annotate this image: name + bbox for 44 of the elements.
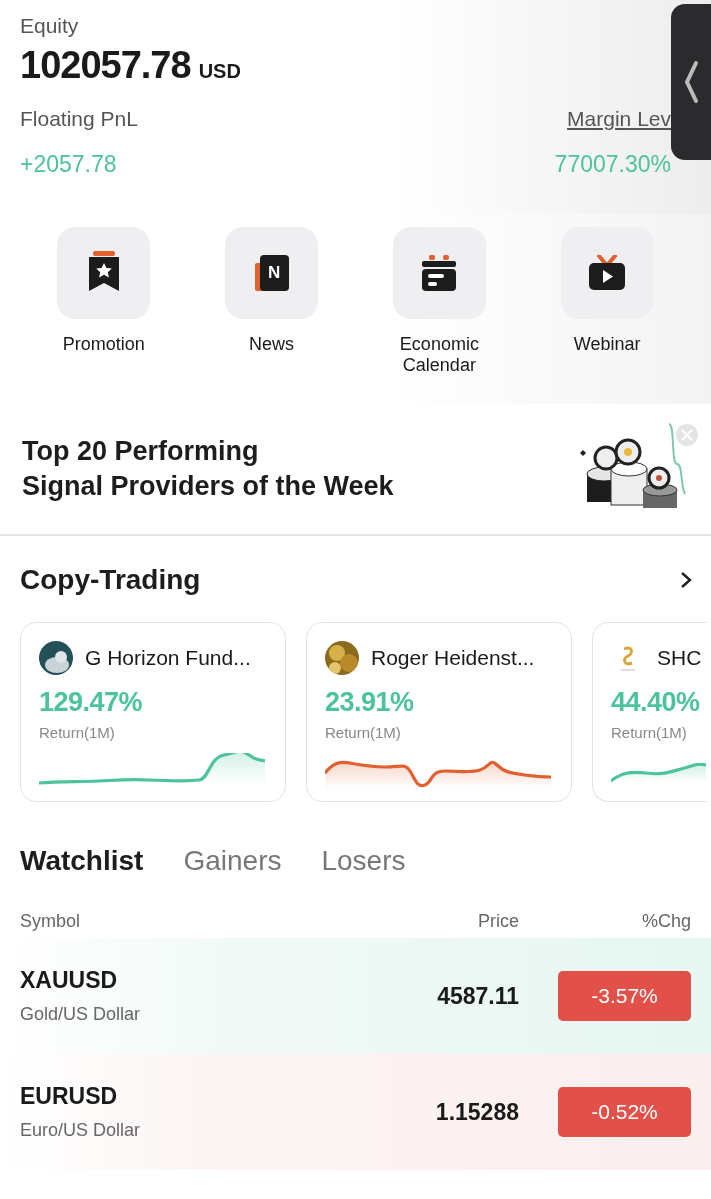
- return-value: 129.47%: [39, 687, 144, 718]
- chevron-right-icon[interactable]: [679, 570, 693, 590]
- return-value: 44.40%: [611, 687, 701, 718]
- change-badge: -0.52%: [558, 1087, 691, 1137]
- shortcut-button[interactable]: Economic Calendar: [374, 227, 505, 404]
- shortcut-button[interactable]: N News: [206, 227, 337, 404]
- return-label: Return(1M): [611, 724, 688, 741]
- return-label: Return(1M): [325, 724, 402, 741]
- tab[interactable]: Losers: [321, 845, 406, 877]
- price-value: 1.15288: [434, 1098, 519, 1126]
- equity-label: Equity: [20, 14, 80, 38]
- symbol-code: XAUUSD: [20, 967, 119, 994]
- symbol-code: EURUSD: [20, 1083, 119, 1110]
- provider-name: SHC: [657, 646, 702, 670]
- price-value: 4587.11: [436, 982, 519, 1010]
- margin-level-link[interactable]: Margin Lev: [567, 107, 671, 131]
- column-header: Price: [477, 911, 519, 932]
- equity-value: 102057.78: [20, 44, 191, 87]
- symbol-name: Euro/US Dollar: [20, 1120, 142, 1141]
- provider-name: G Horizon Fund...: [85, 646, 251, 670]
- return-value: 23.91%: [325, 687, 415, 718]
- provider-card[interactable]: Roger Heidenst... 23.91% Return(1M): [306, 622, 572, 802]
- shortcut-button[interactable]: Promotion: [38, 227, 169, 404]
- column-header: Symbol: [20, 911, 82, 932]
- tab[interactable]: Gainers: [183, 845, 282, 877]
- floating-pnl-value: +2057.78: [20, 151, 118, 178]
- change-badge: -3.57%: [558, 971, 691, 1021]
- banner-title[interactable]: Top 20 Performing Signal Providers of the Week: [22, 434, 394, 504]
- chevron-left-icon: [683, 60, 699, 104]
- side-panel-handle[interactable]: [671, 4, 711, 160]
- video-icon: [588, 255, 627, 291]
- return-label: Return(1M): [39, 724, 116, 741]
- provider-name: Roger Heidenst...: [371, 646, 535, 670]
- shortcut-button[interactable]: Webinar: [542, 227, 673, 404]
- tab[interactable]: Watchlist: [20, 845, 144, 877]
- provider-card[interactable]: SHC 44.40% Return(1M): [592, 622, 707, 802]
- floating-pnl-label: Floating PnL: [20, 107, 138, 131]
- calendar-icon: [422, 255, 457, 291]
- currency-label: USD: [198, 60, 241, 83]
- margin-level-value: 77007.30%: [554, 151, 671, 178]
- column-header: %Chg: [640, 911, 691, 932]
- provider-card[interactable]: G Horizon Fund... 129.47% Return(1M): [20, 622, 286, 802]
- section-title: Copy-Trading: [20, 564, 201, 596]
- symbol-name: Gold/US Dollar: [20, 1004, 142, 1025]
